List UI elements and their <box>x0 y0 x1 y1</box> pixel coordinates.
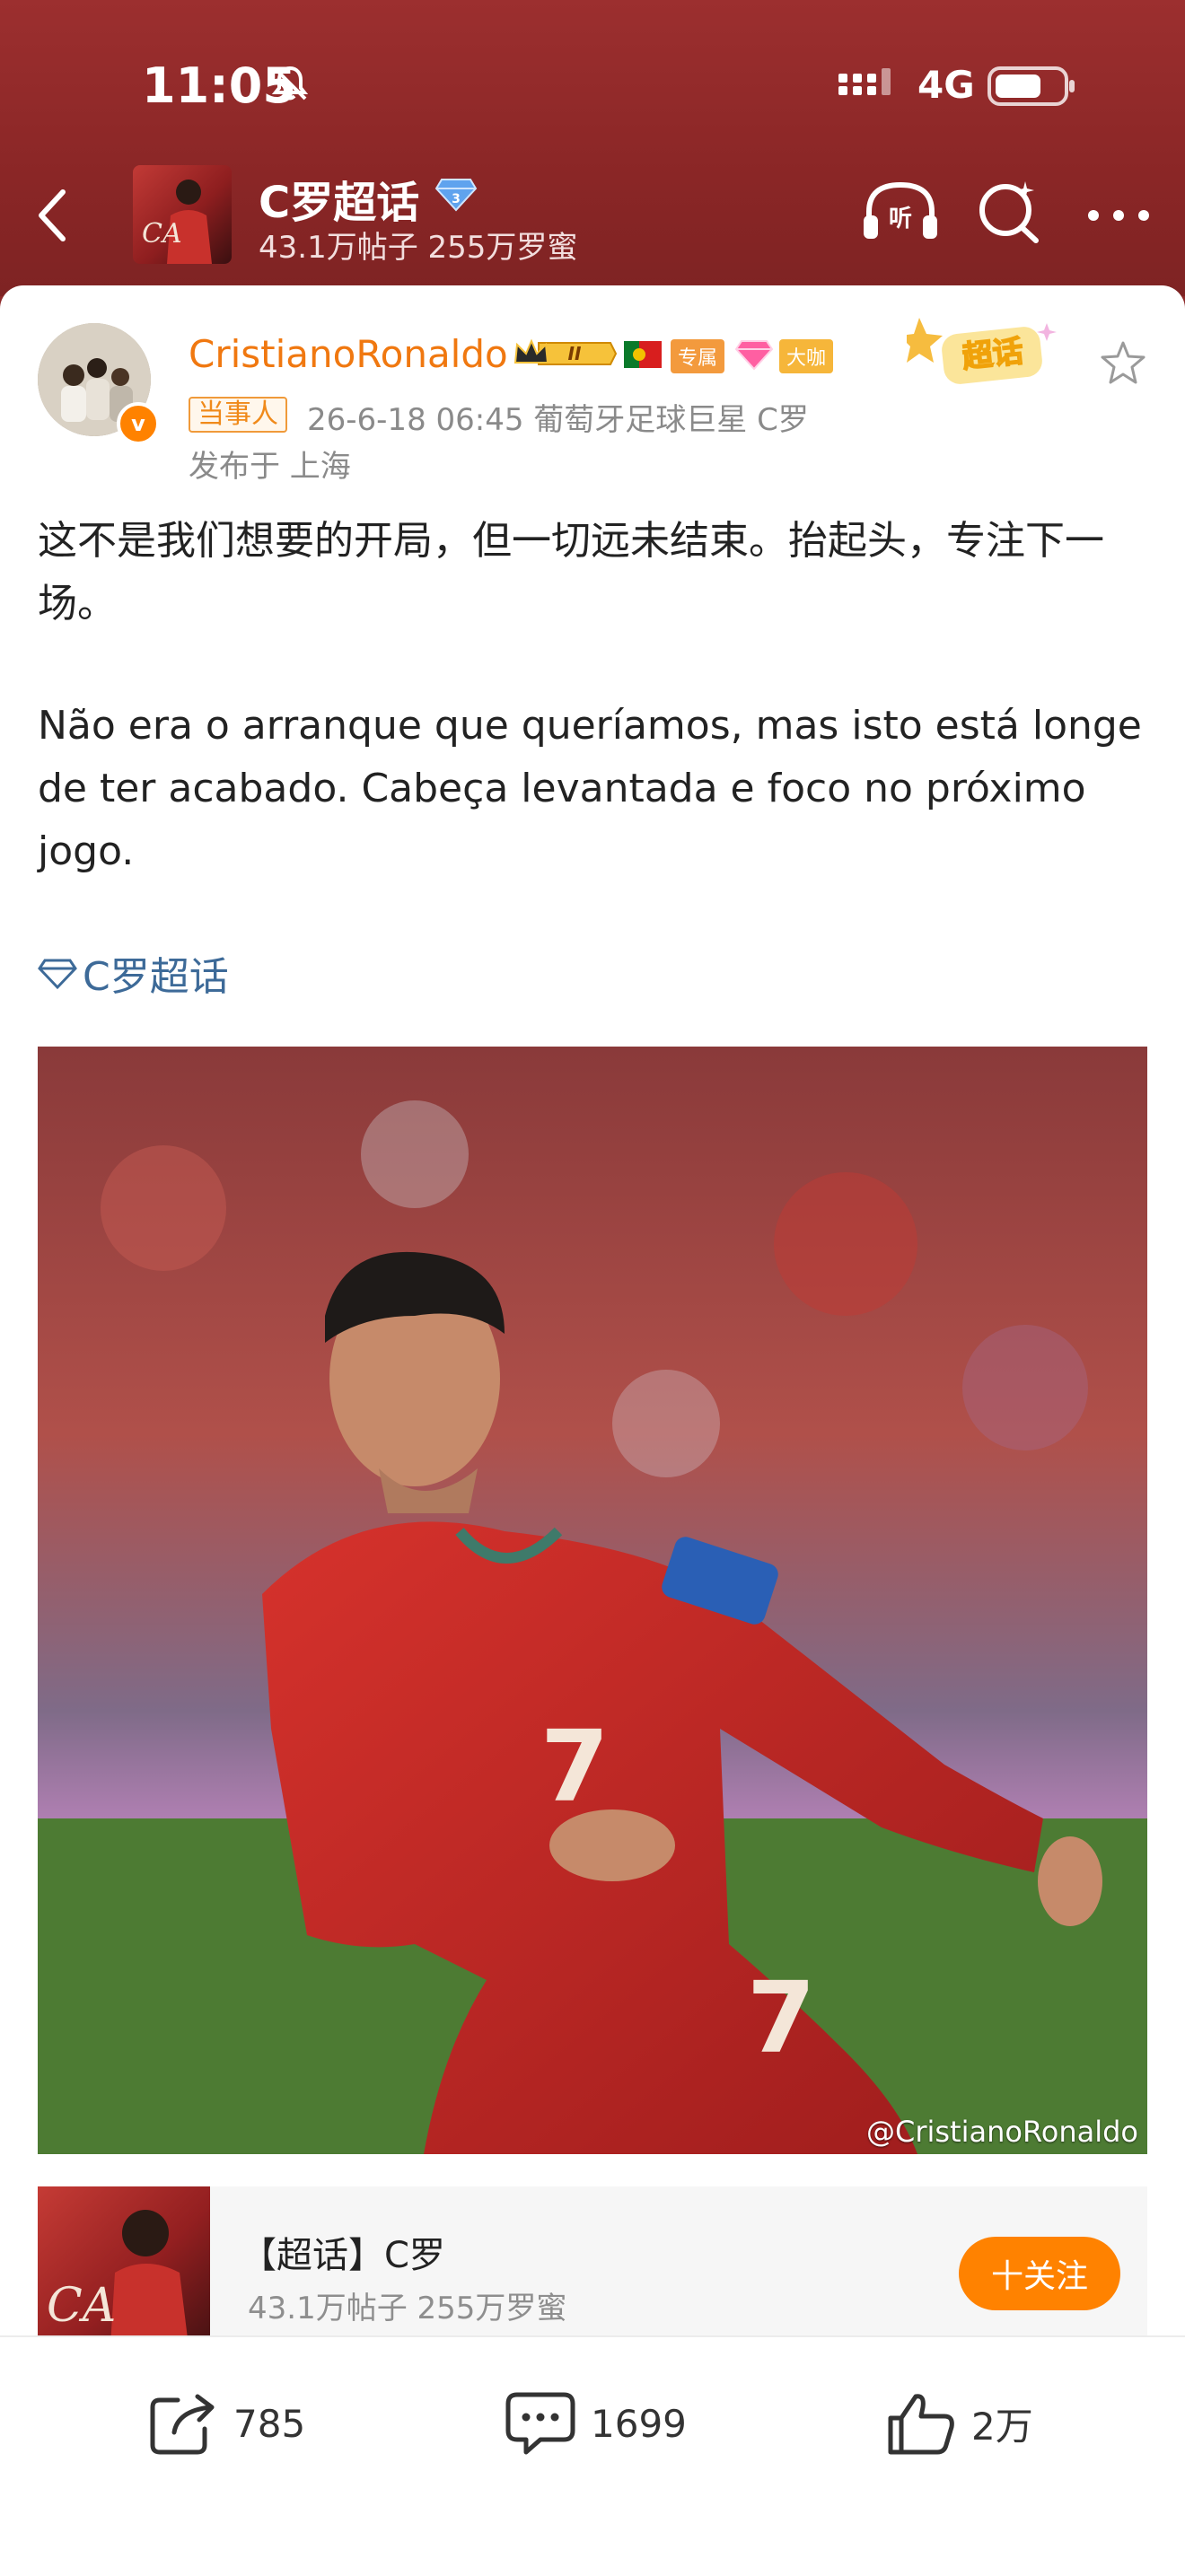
svg-text:听: 听 <box>889 206 912 232</box>
svg-text:CA: CA <box>142 218 182 250</box>
author-name[interactable]: CristianoRonaldo <box>189 332 508 376</box>
topic-card-title: 【超话】C罗 <box>241 2235 445 2276</box>
sticker-text: 超话 <box>961 333 1025 375</box>
topic-card[interactable]: CA 【超话】C罗 43.1万帖子 255万罗蜜 十关注 <box>38 2186 1147 2361</box>
diamond-badge-icon: 3 <box>434 176 478 217</box>
headphones-icon: 听 <box>864 181 937 239</box>
crown-level-text: II <box>568 343 582 364</box>
role-tag: 当事人 <box>189 397 287 433</box>
svg-text:3: 3 <box>452 192 461 206</box>
topic-card-subtitle: 43.1万帖子 255万罗蜜 <box>248 2291 567 2326</box>
crown-badge-icon: II <box>512 336 618 375</box>
portugal-flag-icon <box>624 341 662 368</box>
topic-card-thumbnail: CA <box>38 2186 210 2361</box>
post-text-chinese: 这不是我们想要的开局，但一切远未结束。抬起头，专注下一场。 <box>38 518 1104 626</box>
repost-count: 785 <box>233 2401 306 2446</box>
gem-badge-icon <box>734 337 774 375</box>
diamond-icon <box>38 959 77 990</box>
comment-icon <box>505 2392 575 2455</box>
like-count: 2万 <box>971 2404 1033 2449</box>
favorite-star-icon[interactable] <box>1099 339 1147 390</box>
verified-badge-icon: v <box>117 402 160 445</box>
svg-text:7: 7 <box>540 1709 610 1824</box>
action-bar: 785 1699 2万 <box>0 2335 1185 2576</box>
post-image[interactable]: 7 7 @CristianoRonaldo <box>38 1047 1147 2154</box>
like-button[interactable]: 2万 <box>885 2388 1033 2459</box>
chevron-left-icon <box>39 189 66 241</box>
more-icon <box>1088 210 1149 221</box>
battery-icon <box>988 65 1077 111</box>
bell-muted-icon <box>269 63 311 108</box>
supertopic-sticker: 超话 <box>900 312 1068 406</box>
page-title: C罗超话 <box>259 178 420 228</box>
network-label: 4G <box>917 63 975 107</box>
image-watermark: @CristianoRonaldo <box>865 2115 1138 2149</box>
post-meta: 26-6-18 06:45 葡萄牙足球巨星 C罗 <box>307 402 809 438</box>
repost-button[interactable]: 785 <box>147 2388 305 2459</box>
follow-button[interactable]: 十关注 <box>959 2237 1120 2310</box>
post-text-portuguese: Não era o arranque que queríamos, mas is… <box>38 703 1142 874</box>
back-button[interactable] <box>25 180 79 251</box>
signal-icon <box>838 66 901 106</box>
listen-button[interactable]: 听 <box>860 176 941 248</box>
post-location: 发布于 上海 <box>189 449 351 485</box>
bigshot-badge: 大咖 <box>779 339 834 373</box>
topic-thumbnail[interactable]: CA <box>133 165 232 264</box>
search-icon <box>979 181 1039 243</box>
topic-link-label: C罗超话 <box>83 954 229 1000</box>
svg-text:CA: CA <box>47 2279 116 2333</box>
comment-count: 1699 <box>591 2401 687 2446</box>
svg-text:7: 7 <box>747 1960 816 2075</box>
more-button[interactable] <box>1083 180 1154 251</box>
search-button[interactable] <box>973 176 1045 248</box>
thumbs-up-icon <box>888 2394 954 2455</box>
page-subtitle: 43.1万帖子 255万罗蜜 <box>259 230 578 266</box>
share-icon <box>150 2394 215 2455</box>
top-header: 11:05 4G CA C罗超话 3 43.1万帖子 255万罗蜜 听 <box>0 0 1185 296</box>
exclusive-badge: 专属 <box>671 339 725 373</box>
comment-button[interactable]: 1699 <box>505 2388 687 2459</box>
topic-link[interactable]: C罗超话 <box>38 944 229 1002</box>
